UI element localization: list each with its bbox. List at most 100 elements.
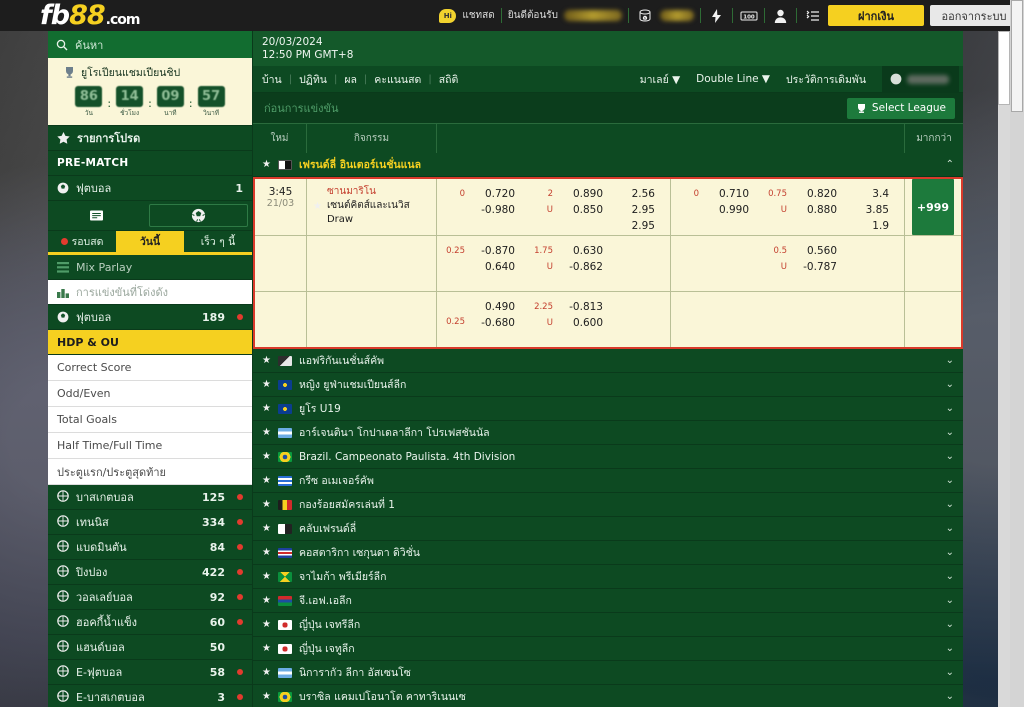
star-icon[interactable]: ★ — [262, 571, 271, 582]
sidebar-item-football-today[interactable]: ฟุตบอล 189 — [48, 305, 252, 330]
lightning-icon[interactable] — [707, 7, 726, 25]
account-balance-box[interactable] — [882, 65, 959, 93]
handicap-line[interactable]: 0.25 — [437, 292, 467, 347]
league-row[interactable]: ★ ญี่ปุ่น เจทูลีก ⌄ — [253, 637, 963, 661]
nav-home[interactable]: บ้าน — [262, 71, 282, 88]
handicap-line[interactable]: 0 — [437, 179, 467, 235]
sidebar-item-football[interactable]: ฟุตบอล 1 — [48, 176, 252, 201]
nav-statistics[interactable]: สถิติ — [439, 71, 459, 88]
league-row[interactable]: ★ กรีซ อเมเจอร์คัพ ⌄ — [253, 469, 963, 493]
over-under-line[interactable]: 1.75 U — [525, 236, 555, 291]
chevron-down-icon[interactable]: ⌄ — [946, 643, 954, 654]
over-under2-line[interactable]: 0.5 U — [759, 236, 789, 291]
chevron-down-icon[interactable]: ⌄ — [946, 355, 954, 366]
chevron-down-icon[interactable]: ⌄ — [946, 403, 954, 414]
star-icon[interactable]: ★ — [262, 403, 271, 414]
soccer-filter-icon[interactable] — [149, 204, 248, 227]
banknote-icon[interactable]: 100 — [739, 7, 758, 25]
sidebar-sport-item[interactable]: เทนนิส 334 — [48, 510, 252, 535]
chevron-down-icon[interactable]: ⌄ — [946, 499, 954, 510]
chevron-down-icon[interactable]: ⌄ — [946, 619, 954, 630]
chevron-down-icon[interactable]: ⌄ — [946, 571, 954, 582]
chat-icon[interactable]: Hi — [439, 8, 457, 23]
sidebar-item-mix-parlay[interactable]: Mix Parlay — [48, 255, 252, 280]
star-icon[interactable]: ★ — [262, 547, 271, 558]
league-row[interactable]: ★ นิการากัว ลีกา อัสเซนโซ ⌄ — [253, 661, 963, 685]
star-icon[interactable]: ★ — [262, 523, 271, 534]
handicap-line[interactable]: 0.25 — [437, 236, 467, 291]
over-under-odds[interactable]: 0.890 0.850 — [555, 179, 613, 235]
content-scrollbar[interactable] — [998, 31, 1010, 707]
sidebar-item-half-full-time[interactable]: Half Time/Full Time — [48, 433, 252, 459]
sidebar-item-favorites[interactable]: รายการโปรด — [48, 126, 252, 151]
chevron-down-icon[interactable]: ⌄ — [946, 451, 954, 462]
total-goals-odds[interactable]: 3.4 3.85 1.9 — [847, 179, 903, 235]
sidebar-sport-item[interactable]: วอลเลย์บอล 92 — [48, 585, 252, 610]
star-icon[interactable]: ★ — [262, 355, 271, 366]
sidebar-sport-item[interactable]: แฮนด์บอล 50 — [48, 635, 252, 660]
list-icon[interactable] — [803, 7, 822, 25]
league-row[interactable]: ★ จี.เอฟ.เอลีก ⌄ — [253, 589, 963, 613]
star-icon[interactable]: ★ — [262, 499, 271, 510]
star-icon[interactable]: ★ — [262, 595, 271, 606]
sidebar-item-correct-score[interactable]: Correct Score — [48, 355, 252, 381]
sidebar-item-popular[interactable]: การแข่งขันที่โด่งดัง — [48, 280, 252, 305]
over-under-odds[interactable]: 0.630 -0.862 — [555, 236, 613, 291]
league-row[interactable]: ★ คอสตาริกา เซกุนดา ดิวิชั่น ⌄ — [253, 541, 963, 565]
over-under-line[interactable]: 2.25 U — [525, 292, 555, 347]
star-icon[interactable]: ★ — [262, 427, 271, 438]
league-row[interactable]: ★ กองร้อยสมัครเล่นที่ 1 ⌄ — [253, 493, 963, 517]
money-stack-icon[interactable]: $ — [635, 7, 654, 25]
chevron-down-icon[interactable]: ⌄ — [946, 667, 954, 678]
logout-button[interactable]: ออกจากระบบ — [930, 5, 1018, 26]
more-markets-button[interactable]: +999 — [912, 179, 954, 235]
sidebar-item-first-last-goal[interactable]: ประตูแรก/ประตูสุดท้าย — [48, 459, 252, 485]
chevron-up-icon[interactable]: ⌃ — [946, 159, 954, 170]
chevron-down-icon[interactable]: ⌄ — [946, 595, 954, 606]
league-row[interactable]: ★ หญิง ยูฟ่าแชมเปียนส์ลีก ⌄ — [253, 373, 963, 397]
sidebar-item-total-goals[interactable]: Total Goals — [48, 407, 252, 433]
star-icon[interactable]: ★ — [262, 619, 271, 630]
league-row[interactable]: ★ ญี่ปุ่น เจทรีลีก ⌄ — [253, 613, 963, 637]
sidebar-sport-item[interactable]: E-บาสเกตบอล 3 — [48, 685, 252, 707]
chevron-down-icon[interactable]: ⌄ — [946, 547, 954, 558]
nav-results[interactable]: ผล — [344, 71, 357, 88]
star-icon[interactable]: ★ — [262, 667, 271, 678]
chevron-down-icon[interactable]: ⌄ — [946, 475, 954, 486]
star-icon[interactable]: ★ — [262, 379, 271, 390]
line-mode-dropdown[interactable]: Double Line ▼ — [696, 73, 770, 85]
handicap2-line[interactable]: 0 — [671, 179, 701, 235]
handicap-odds[interactable]: 0.720 -0.980 — [467, 179, 525, 235]
person-icon[interactable] — [771, 7, 790, 25]
tab-today[interactable]: วันนี้ — [116, 231, 184, 252]
chevron-down-icon[interactable]: ⌄ — [946, 691, 954, 702]
page-scrollbar[interactable] — [1010, 0, 1024, 707]
league-row[interactable]: ★ อาร์เจนตินา โกปาเดลาลีกา โปรเฟสชันนัล ⌄ — [253, 421, 963, 445]
over-under2-odds[interactable]: 0.560 -0.787 — [789, 236, 847, 291]
over-under-line[interactable]: 2U — [525, 179, 555, 235]
featured-league-header[interactable]: ★ เฟรนด์ลี่ อินเตอร์เนชั่นแนล ⌃ — [253, 153, 963, 177]
tab-upcoming[interactable]: เร็ว ๆ นี้ — [184, 231, 252, 252]
favorite-star-icon[interactable]: ★ — [313, 200, 322, 214]
bet-history-link[interactable]: ประวัติการเดิมพัน — [786, 71, 866, 88]
handicap-odds[interactable]: -0.870 0.640 — [467, 236, 525, 291]
draw-label[interactable]: Draw — [327, 213, 410, 227]
nav-calendar[interactable]: ปฏิทิน — [299, 71, 327, 88]
league-row[interactable]: ★ Brazil. Campeonato Paulista. 4th Divisi… — [253, 445, 963, 469]
search-input[interactable]: ค้นหา — [48, 31, 252, 58]
star-icon[interactable]: ★ — [262, 475, 271, 486]
sidebar-sport-item[interactable]: ปิงปอง 422 — [48, 560, 252, 585]
star-icon[interactable]: ★ — [262, 691, 271, 702]
chat-label[interactable]: แชทสด — [462, 8, 494, 23]
over-under-odds[interactable]: -0.813 0.600 — [555, 292, 613, 347]
one-x-two-odds[interactable]: 2.56 2.95 2.95 — [613, 179, 669, 235]
sidebar-sport-item[interactable]: แบดมินตัน 84 — [48, 535, 252, 560]
sidebar-item-hdp-ou[interactable]: HDP & OU — [48, 330, 252, 355]
league-row[interactable]: ★ จาไมก้า พรีเมียร์ลีก ⌄ — [253, 565, 963, 589]
select-league-button[interactable]: Select League — [846, 97, 955, 119]
over-under2-line[interactable]: 0.75 U — [759, 179, 789, 235]
page-scrollbar-thumb[interactable] — [1011, 0, 1023, 112]
league-row[interactable]: ★ คลับเฟรนด์ลี่ ⌄ — [253, 517, 963, 541]
tab-live[interactable]: รอบสด — [48, 231, 116, 252]
sidebar-sport-item[interactable]: บาสเกตบอล 125 — [48, 485, 252, 510]
